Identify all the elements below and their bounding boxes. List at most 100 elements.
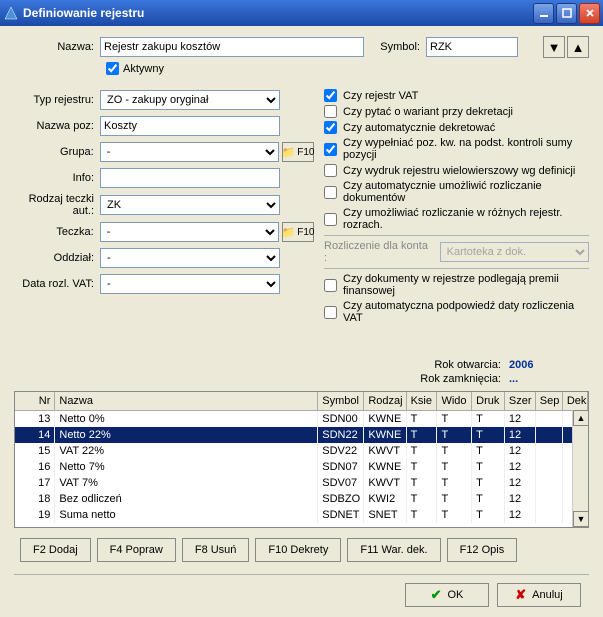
table-cell: T [407,459,438,475]
table-cell: T [437,443,472,459]
f11-war-dek-button[interactable]: F11 War. dek. [347,538,440,562]
table-cell: 12 [505,427,536,443]
table-cell: SDN22 [318,427,364,443]
folder-icon: 📁 [282,146,296,159]
ok-button[interactable]: ✔ OK [405,583,489,607]
col-nazwa[interactable]: Nazwa [55,392,318,410]
grupa-f10-button[interactable]: 📁F10 [282,142,314,162]
chk-wydruk-wielo[interactable] [324,164,337,177]
table-cell: 12 [505,491,536,507]
table-cell: T [407,443,438,459]
table-cell: 18 [15,491,55,507]
scroll-down-button[interactable]: ▼ [573,511,589,527]
table-cell: 12 [505,459,536,475]
table-cell: Bez odliczeń [55,491,318,507]
col-druk[interactable]: Druk [472,392,505,410]
oddzial-select[interactable]: - [100,248,280,268]
col-dek[interactable]: Dek [563,392,588,410]
chk-rejestr-vat[interactable] [324,89,337,102]
table-cell: 14 [15,427,55,443]
chk-auto-dekret[interactable] [324,121,337,134]
move-down-button[interactable]: ▼ [543,36,565,58]
col-szer[interactable]: Szer [505,392,536,410]
x-icon: ✘ [515,587,526,603]
chk-auto-rozlicz[interactable] [324,186,337,199]
nazwa-poz-input[interactable] [100,116,280,136]
grupa-select[interactable]: - [100,142,279,162]
rozlicz-konta-select: Kartoteka z dok. [440,242,589,262]
table-cell: Netto 7% [55,459,318,475]
rok-zamkniecia-value[interactable]: ... [509,373,569,385]
separator [324,268,589,269]
minimize-button[interactable] [533,3,554,24]
f2-dodaj-button[interactable]: F2 Dodaj [20,538,91,562]
col-wido[interactable]: Wido [437,392,472,410]
table-cell [536,475,563,491]
chk-pytac-wariant[interactable] [324,105,337,118]
positions-table[interactable]: Nr Nazwa Symbol Rodzaj Ksie Wido Druk Sz… [14,391,589,528]
table-cell [536,491,563,507]
table-row[interactable]: 13Netto 0%SDN00KWNETTT12 [15,411,588,427]
rozlicz-konta-label: Rozliczenie dla konta : [324,240,434,264]
col-sep[interactable]: Sep [536,392,563,410]
col-ksie[interactable]: Ksie [407,392,438,410]
window-title: Definiowanie rejestru [23,6,533,20]
table-cell: T [437,507,472,523]
separator [324,235,589,236]
aktywny-checkbox-label[interactable]: Aktywny [106,62,589,75]
teczka-label: Teczka: [14,226,100,238]
table-row[interactable]: 17VAT 7%SDV07KWVTTTT12 [15,475,588,491]
anuluj-button[interactable]: ✘ Anuluj [497,583,581,607]
teczka-f10-button[interactable]: 📁F10 [282,222,314,242]
info-input[interactable] [100,168,280,188]
f4-popraw-button[interactable]: F4 Popraw [97,538,176,562]
table-cell: Netto 0% [55,411,318,427]
col-nr[interactable]: Nr [15,392,55,410]
table-cell: KWNE [364,411,406,427]
maximize-button[interactable] [556,3,577,24]
chk-rozlicz-rozne[interactable] [324,213,337,226]
table-cell: T [472,459,505,475]
col-rodzaj[interactable]: Rodzaj [364,392,406,410]
table-cell [536,427,563,443]
table-cell: T [407,491,438,507]
table-cell: T [437,411,472,427]
table-row[interactable]: 16Netto 7%SDN07KWNETTT12 [15,459,588,475]
move-up-button[interactable]: ▲ [567,36,589,58]
f10-dekrety-button[interactable]: F10 Dekrety [255,538,341,562]
table-cell: T [407,411,438,427]
table-cell: VAT 22% [55,443,318,459]
table-cell: SNET [364,507,406,523]
table-cell: SDN07 [318,459,364,475]
table-cell: KWI2 [364,491,406,507]
close-button[interactable] [579,3,600,24]
table-row[interactable]: 19Suma nettoSDNETSNETTTT12 [15,507,588,523]
chk-wypelniac-poz[interactable] [324,143,337,156]
table-cell [536,411,563,427]
f12-opis-button[interactable]: F12 Opis [447,538,518,562]
table-row[interactable]: 18Bez odliczeńSDBZOKWI2TTT12 [15,491,588,507]
chk-premia[interactable] [324,279,337,292]
scroll-up-button[interactable]: ▲ [573,410,589,426]
rodzaj-teczki-select[interactable]: ZK [100,195,280,215]
table-scrollbar[interactable]: ▲ ▼ [572,410,588,527]
table-cell: SDBZO [318,491,364,507]
app-icon [3,5,19,21]
arrow-up-icon: ▲ [572,40,585,55]
rok-otwarcia-value: 2006 [509,359,569,371]
table-row[interactable]: 15VAT 22%SDV22KWVTTTT12 [15,443,588,459]
data-rozl-select[interactable]: - [100,274,280,294]
chk-auto-data-vat[interactable] [324,306,337,319]
typ-rejestru-select[interactable]: ZO - zakupy oryginał [100,90,280,110]
f8-usun-button[interactable]: F8 Usuń [182,538,250,562]
nazwa-input[interactable] [100,37,364,57]
teczka-select[interactable]: - [100,222,279,242]
nazwa-label: Nazwa: [14,41,100,53]
symbol-input[interactable] [426,37,518,57]
nazwa-poz-label: Nazwa poz: [14,120,100,132]
folder-icon: 📁 [282,226,296,239]
title-bar: Definiowanie rejestru [0,0,603,26]
aktywny-checkbox[interactable] [106,62,119,75]
table-row[interactable]: 14Netto 22%SDN22KWNETTT12 [15,427,588,443]
col-symbol[interactable]: Symbol [318,392,364,410]
